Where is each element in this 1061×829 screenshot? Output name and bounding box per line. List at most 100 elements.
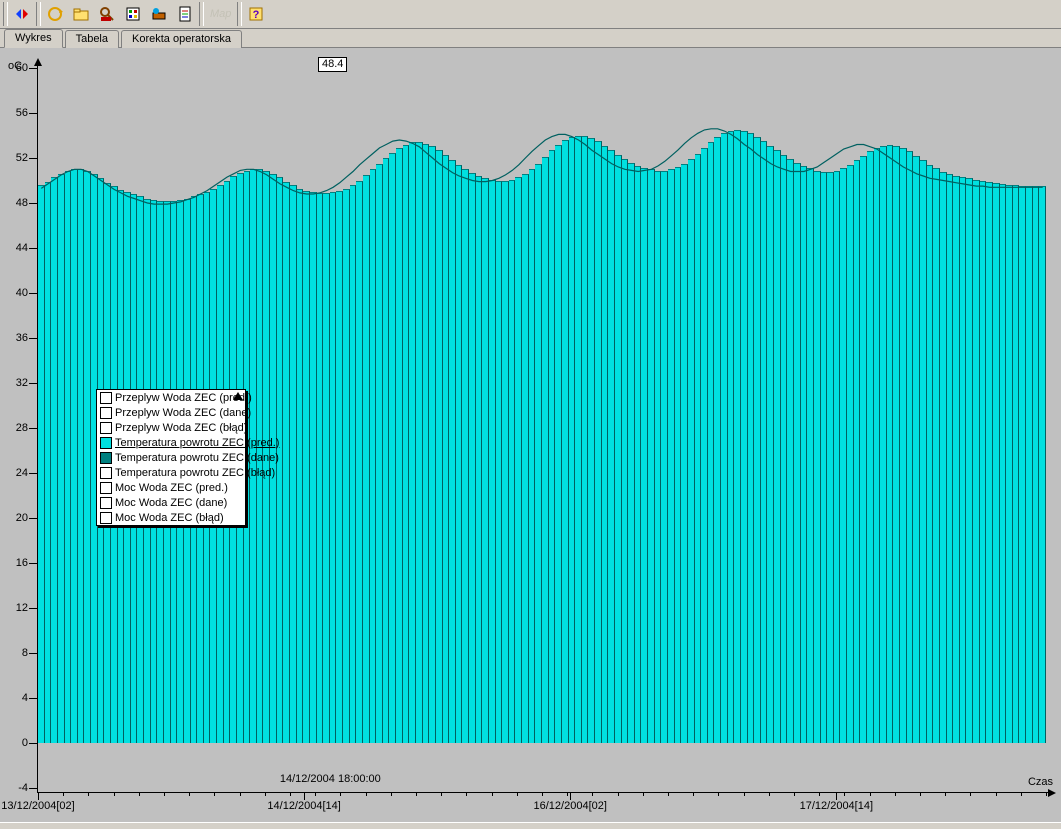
bar <box>854 160 861 743</box>
bar <box>71 169 78 743</box>
y-tick <box>29 113 37 114</box>
map-icon: Map <box>205 1 236 27</box>
bar <box>860 156 867 743</box>
toolbar-separator <box>237 2 242 26</box>
legend-item[interactable]: Temperatura powrotu ZEC (dane) <box>97 450 245 465</box>
legend-item[interactable]: Temperatura powrotu ZEC (błąd) <box>97 465 245 480</box>
bar <box>522 174 529 743</box>
y-tick-label: -4 <box>4 782 28 794</box>
x-tick-minor <box>769 792 770 796</box>
bar <box>1039 186 1046 743</box>
x-tick-minor <box>895 792 896 796</box>
bar <box>920 160 927 743</box>
y-tick-label: 28 <box>4 422 28 434</box>
tools-icon[interactable] <box>146 1 172 27</box>
legend-item[interactable]: Przeplyw Woda ZEC (dane) <box>97 405 245 420</box>
help-icon[interactable]: ? <box>243 1 269 27</box>
status-bar <box>0 822 1061 827</box>
refresh-icon[interactable] <box>42 1 68 27</box>
legend-item[interactable]: Moc Woda ZEC (pred.) <box>97 480 245 495</box>
bar <box>389 153 396 744</box>
y-tick-label: 12 <box>4 602 28 614</box>
x-tick-minor <box>391 792 392 796</box>
properties-icon[interactable] <box>172 1 198 27</box>
x-tick-minor <box>567 792 568 796</box>
bar <box>343 189 350 744</box>
bar <box>363 175 370 743</box>
bar <box>933 168 940 743</box>
find-icon[interactable] <box>94 1 120 27</box>
bar <box>840 168 847 743</box>
bar <box>794 163 801 743</box>
y-tick <box>29 563 37 564</box>
y-tick-label: 8 <box>4 647 28 659</box>
toolbar-separator <box>3 2 8 26</box>
bar <box>84 171 91 744</box>
config-icon[interactable] <box>120 1 146 27</box>
bar <box>323 193 330 743</box>
chart[interactable]: oC Czas -404812162024283236404448525660 … <box>0 48 1061 827</box>
tab-bar: Wykres Tabela Korekta operatorska <box>0 29 1061 48</box>
tab-korekta[interactable]: Korekta operatorska <box>121 30 242 48</box>
bar <box>330 192 337 743</box>
folder-icon[interactable] <box>68 1 94 27</box>
legend-label: Przeplyw Woda ZEC (błąd) <box>115 422 247 434</box>
bar <box>1026 186 1033 743</box>
x-tick <box>570 792 571 800</box>
x-tick-minor <box>466 792 467 796</box>
legend-collapse-icon[interactable] <box>233 392 243 400</box>
x-tick-minor <box>970 792 971 796</box>
bar <box>767 146 774 743</box>
legend-item[interactable]: Przeplyw Woda ZEC (pred.) <box>97 390 245 405</box>
legend-label: Moc Woda ZEC (błąd) <box>115 512 224 524</box>
bar <box>741 131 748 743</box>
tab-tabela[interactable]: Tabela <box>65 30 119 48</box>
bar <box>509 180 516 744</box>
bar <box>880 146 887 743</box>
y-tick-label: 52 <box>4 152 28 164</box>
legend-label: Przeplyw Woda ZEC (pred.) <box>115 392 252 404</box>
bar <box>1019 186 1026 743</box>
legend-item[interactable]: Moc Woda ZEC (błąd) <box>97 510 245 525</box>
bar <box>774 150 781 743</box>
bar <box>462 169 469 743</box>
x-tick-minor <box>945 792 946 796</box>
y-tick <box>29 293 37 294</box>
bar <box>535 164 542 743</box>
y-tick-label: 0 <box>4 737 28 749</box>
nav-prevnext-icon[interactable] <box>9 1 35 27</box>
bar <box>721 133 728 743</box>
legend-swatch <box>100 407 112 419</box>
bar <box>436 150 443 743</box>
x-tick <box>38 792 39 800</box>
bar <box>913 156 920 743</box>
y-tick-label: 20 <box>4 512 28 524</box>
bar <box>449 160 456 743</box>
x-tick-minor <box>718 792 719 796</box>
x-tick-minor <box>189 792 190 796</box>
bar <box>476 176 483 743</box>
bar <box>874 148 881 743</box>
y-tick <box>29 158 37 159</box>
bar <box>317 193 324 743</box>
bar <box>303 191 310 743</box>
legend-item[interactable]: Temperatura powrotu ZEC (pred.) <box>97 435 245 450</box>
bar <box>370 169 377 743</box>
bar <box>1000 184 1007 743</box>
bar <box>940 172 947 743</box>
legend-item[interactable]: Moc Woda ZEC (dane) <box>97 495 245 510</box>
y-tick <box>29 203 37 204</box>
y-axis-arrow-icon <box>34 58 42 66</box>
legend-item[interactable]: Przeplyw Woda ZEC (błąd) <box>97 420 245 435</box>
x-tick-minor <box>542 792 543 796</box>
bar <box>947 174 954 743</box>
y-tick <box>29 248 37 249</box>
legend[interactable]: Przeplyw Woda ZEC (pred.)Przeplyw Woda Z… <box>96 389 246 526</box>
tab-wykres[interactable]: Wykres <box>4 29 63 48</box>
x-tick-minor <box>870 792 871 796</box>
y-tick-label: 40 <box>4 287 28 299</box>
bar <box>668 169 675 743</box>
bar <box>515 177 522 743</box>
bar <box>283 182 290 743</box>
x-tick-minor <box>744 792 745 796</box>
